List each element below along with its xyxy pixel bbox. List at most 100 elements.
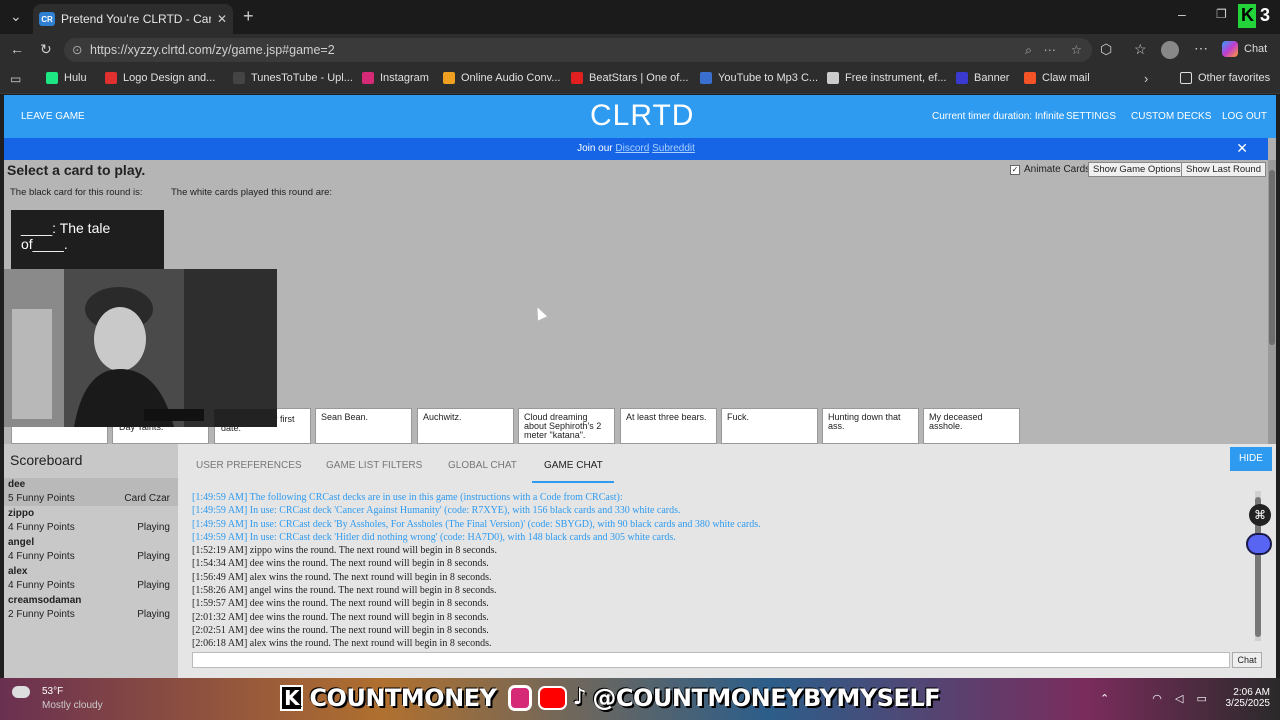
banner-prefix: Join our — [577, 143, 613, 154]
tab-list-chevron-icon[interactable]: ⌄ — [10, 8, 22, 25]
audio-converter-icon — [443, 72, 455, 84]
clock[interactable]: 2:06 AM 3/25/2025 — [1218, 687, 1271, 709]
black-card: ____: The tale of____. — [11, 210, 164, 270]
hand-card[interactable]: Sean Bean. — [315, 408, 412, 444]
deck-code-link[interactable]: HA7D0 — [468, 532, 500, 543]
favorite-item[interactable]: Free instrument, ef... — [827, 72, 946, 84]
settings-link[interactable]: SETTINGS — [1066, 111, 1116, 122]
tab-user-preferences[interactable]: USER PREFERENCES — [196, 460, 302, 471]
favorite-item[interactable]: Banner — [956, 72, 1009, 84]
collections-icon[interactable]: ▭ — [10, 72, 21, 86]
copilot-icon — [1222, 41, 1238, 57]
crcast-link[interactable]: CRCast — [309, 492, 340, 503]
animate-cards-toggle[interactable]: ✓ Animate Cards — [1010, 164, 1090, 175]
extensions-icon[interactable]: ⬡ — [1100, 41, 1112, 58]
hide-panel-button[interactable]: HIDE — [1230, 447, 1272, 471]
copilot-chat-button[interactable]: Chat — [1222, 41, 1267, 57]
other-favorites[interactable]: Other favorites — [1180, 72, 1270, 84]
tab-game-list-filters[interactable]: GAME LIST FILTERS — [326, 460, 422, 471]
tab-close-icon[interactable]: ✕ — [217, 12, 227, 26]
tab-global-chat[interactable]: GLOBAL CHAT — [448, 460, 517, 471]
white-cards-caption: The white cards played this round are: — [171, 187, 333, 198]
favorite-item[interactable]: BeatStars | One of... — [571, 72, 688, 84]
chat-log-line: [1:49:59 AM] The following CRCast decks … — [192, 492, 623, 503]
webcam-overlay — [4, 269, 277, 427]
microsoft-icon — [1024, 72, 1036, 84]
volume-icon[interactable]: ◁ — [1175, 693, 1183, 705]
overlay-channel-name: COUNTMONEY — [309, 684, 497, 712]
minimize-icon[interactable]: – — [1178, 6, 1186, 22]
show-last-round-button[interactable]: Show Last Round — [1181, 162, 1266, 177]
join-banner: Join our Discord Subreddit ✕ — [4, 138, 1268, 160]
tray-chevron-icon[interactable]: ⌃ — [1100, 693, 1109, 705]
player-name: angel — [8, 537, 35, 548]
browser-tab-active[interactable]: CR Pretend You're CLRTD - Cards Ag ✕ — [33, 4, 233, 34]
discord-link[interactable]: Discord — [615, 143, 649, 154]
hand-card[interactable]: My deceased asshole. — [923, 408, 1020, 444]
hand-card[interactable]: Cloud dreaming about Sephiroth's 2 meter… — [518, 408, 615, 444]
read-aloud-icon[interactable]: ⋯ — [1044, 38, 1057, 62]
battery-icon[interactable]: ▭ — [1196, 693, 1206, 705]
favorite-item[interactable]: TunesToTube - Upl... — [233, 72, 353, 84]
site-info-icon[interactable]: ⊙ — [72, 38, 82, 62]
logo-design-icon — [105, 72, 117, 84]
weather-widget[interactable]: 53°F Mostly cloudy — [12, 686, 103, 711]
scrollbar-thumb[interactable] — [1269, 170, 1275, 345]
scoreboard: Scoreboard dee 5 Funny Points Card Czar … — [4, 444, 178, 678]
timer-duration: Current timer duration: Infinite — [932, 111, 1065, 122]
favorites-overflow-chevron-icon[interactable]: › — [1144, 71, 1148, 86]
more-menu-icon[interactable]: ⋯ — [1194, 40, 1208, 57]
discord-bubble-icon[interactable] — [1246, 533, 1272, 555]
favorite-item[interactable]: Instagram — [362, 72, 429, 84]
chat-input[interactable] — [192, 652, 1230, 668]
player-status: Card Czar — [124, 493, 170, 504]
instructions-link[interactable]: instructions — [463, 492, 510, 503]
favorite-star-icon[interactable]: ☆ — [1071, 38, 1082, 62]
restore-icon[interactable]: ❐ — [1216, 7, 1227, 21]
game-chat-log: [1:49:59 AM] The following CRCast decks … — [192, 491, 1252, 651]
system-tray: ⌃ ◠ ◁ ▭ — [1100, 692, 1207, 705]
favorites-icon[interactable]: ☆ — [1134, 41, 1147, 58]
new-tab-icon[interactable]: + — [243, 6, 254, 27]
banner-close-icon[interactable]: ✕ — [1236, 138, 1248, 159]
scoreboard-row: alex 4 Funny Points Playing — [4, 565, 178, 593]
game-area-scrollbar[interactable] — [1268, 160, 1276, 444]
deck-code-link[interactable]: SBYGD — [555, 519, 589, 530]
floating-grid-icon[interactable]: ⌘ — [1249, 504, 1271, 526]
url-input[interactable]: ⊙ https://xyzzy.clrtd.com/zy/game.jsp#ga… — [64, 38, 1092, 62]
animate-cards-checkbox[interactable]: ✓ — [1010, 164, 1020, 175]
play-heading: Select a card to play. — [7, 162, 146, 178]
tab-game-chat[interactable]: GAME CHAT — [544, 460, 603, 471]
hand-card[interactable]: Fuck. — [721, 408, 818, 444]
hand-card[interactable]: Hunting down that ass. — [822, 408, 919, 444]
scoreboard-row: zippo 4 Funny Points Playing — [4, 507, 178, 535]
favorite-item[interactable]: Hulu — [46, 72, 87, 84]
wifi-icon[interactable]: ◠ — [1152, 693, 1162, 705]
hand-card[interactable]: At least three bears. — [620, 408, 717, 444]
favorite-item[interactable]: Claw mail — [1024, 72, 1090, 84]
player-points: 4 Funny Points — [8, 580, 75, 591]
player-name: dee — [8, 479, 26, 490]
favorite-item[interactable]: YouTube to Mp3 C... — [700, 72, 818, 84]
subreddit-link[interactable]: Subreddit — [652, 143, 695, 154]
hand-card[interactable]: Auchwitz. — [417, 408, 514, 444]
custom-decks-link[interactable]: CUSTOM DECKS — [1131, 111, 1211, 122]
chat-send-button[interactable]: Chat — [1232, 652, 1262, 668]
crcast-link[interactable]: CRCast — [585, 492, 616, 503]
player-points: 4 Funny Points — [8, 551, 75, 562]
favorite-item[interactable]: Online Audio Conv... — [443, 72, 560, 84]
clock-date: 3/25/2025 — [1225, 698, 1271, 709]
log-out-link[interactable]: LOG OUT — [1222, 111, 1267, 122]
zoom-icon[interactable]: ⌕ — [1025, 38, 1032, 62]
leave-game-link[interactable]: LEAVE GAME — [21, 111, 85, 122]
instagram-logo-icon — [508, 685, 532, 711]
free-instrument-icon — [827, 72, 839, 84]
youtube-logo-icon — [538, 686, 567, 710]
chat-log-line: [1:56:49 AM] alex wins the round. The ne… — [192, 571, 492, 583]
deck-code-link[interactable]: R7XYE — [472, 505, 504, 516]
reload-icon[interactable]: ↻ — [40, 41, 52, 58]
profile-avatar[interactable] — [1161, 41, 1179, 59]
back-icon[interactable]: ← — [10, 41, 24, 57]
favorite-item[interactable]: Logo Design and... — [105, 72, 215, 84]
show-game-options-button[interactable]: Show Game Options — [1088, 162, 1186, 177]
